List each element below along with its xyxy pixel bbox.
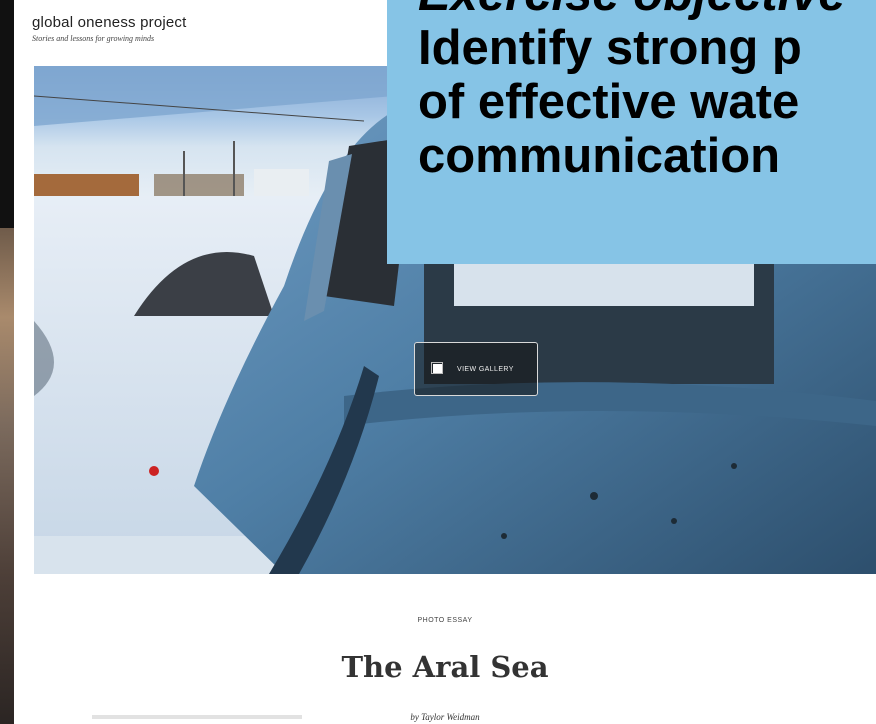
article-byline: by Taylor Weidman [410,712,480,722]
article-title: The Aral Sea [341,650,549,684]
objective-line: of effective wate [418,75,800,129]
site-tagline: Stories and lessons for growing minds [32,34,155,43]
objective-line: Identify strong p [418,21,802,75]
view-gallery-label: VIEW GALLERY [457,365,514,373]
article-kicker: PHOTO ESSAY [417,617,473,624]
objective-overlay: Exercise objective Identify strong p of … [387,0,876,264]
objective-heading: Exercise objective [418,0,876,21]
site-logo[interactable]: global oneness project [32,14,187,31]
view-gallery-button[interactable]: VIEW GALLERY [414,342,538,396]
objective-line: communication [418,129,781,183]
gallery-icon [431,362,445,376]
site-header: global oneness project Stories and lesso… [32,14,187,43]
